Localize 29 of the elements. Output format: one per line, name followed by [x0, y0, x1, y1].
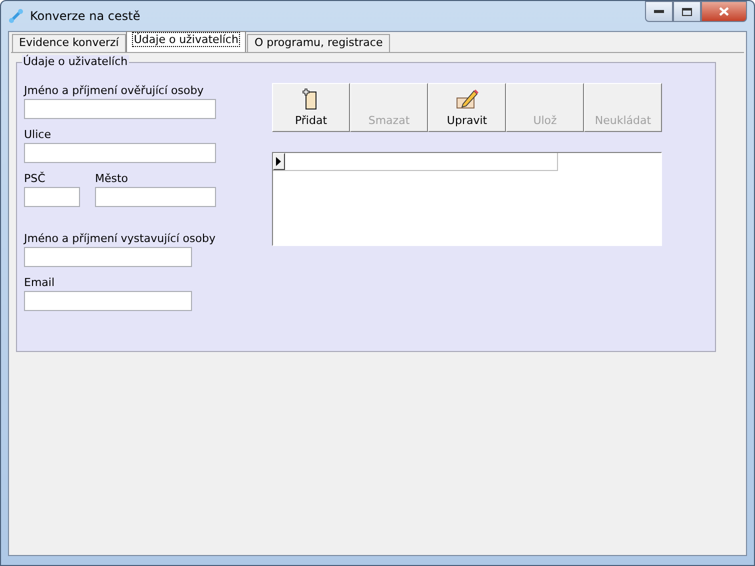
group-title: Údaje o uživatelích: [22, 55, 129, 68]
field-label: Město: [95, 172, 130, 185]
field-label: Email: [24, 276, 56, 289]
data-grid[interactable]: [272, 152, 662, 246]
input-field[interactable]: [24, 291, 192, 311]
tab[interactable]: O programu, registrace: [247, 34, 390, 52]
tab[interactable]: Evidence konverzí: [12, 34, 126, 52]
maximize-button[interactable]: [673, 1, 701, 22]
input-field[interactable]: [95, 187, 216, 207]
edit-pencil-icon: [455, 88, 479, 110]
toolbar-button[interactable]: Upravit: [428, 83, 506, 132]
input-field[interactable]: [24, 143, 216, 163]
minimize-button[interactable]: [645, 1, 673, 22]
field-label: Jméno a příjmení ověřující osoby: [24, 84, 205, 97]
field-label: Jméno a příjmení vystavující osoby: [24, 232, 216, 245]
row-indicator-icon: [273, 153, 285, 170]
minimize-icon: [654, 10, 664, 14]
app-icon: [8, 8, 24, 24]
window-title: Konverze na cestě: [30, 9, 140, 23]
input-field[interactable]: [24, 99, 216, 119]
close-icon: [719, 7, 729, 16]
close-button[interactable]: [701, 1, 747, 22]
toolbar-button[interactable]: Přidat: [272, 83, 350, 132]
field-label: PSČ: [24, 172, 46, 185]
input-field[interactable]: [24, 187, 80, 207]
tab[interactable]: Údaje o uživatelích: [126, 31, 246, 52]
maximize-icon: [682, 8, 692, 16]
input-field[interactable]: [24, 247, 192, 267]
field-label: Ulice: [24, 128, 52, 141]
